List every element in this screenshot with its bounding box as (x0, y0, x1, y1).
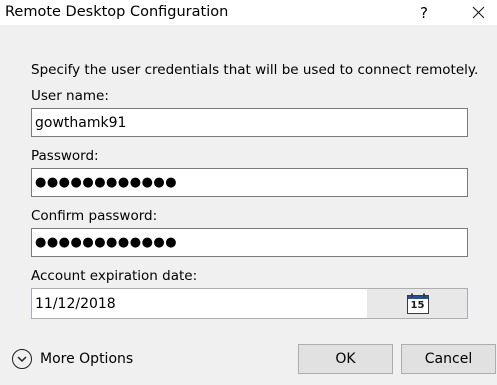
calendar-day-number: 15 (410, 300, 425, 311)
title-bar: Remote Desktop Configuration ? (0, 0, 497, 25)
close-button[interactable] (462, 0, 494, 25)
window-title: Remote Desktop Configuration (5, 4, 229, 20)
expiration-date-picker: 15 (31, 288, 468, 319)
confirm-password-field[interactable] (31, 228, 468, 257)
calendar-icon: 15 (406, 293, 429, 314)
help-button[interactable]: ? (410, 0, 438, 25)
more-options-toggle[interactable]: More Options (12, 347, 133, 371)
chevron-down-icon (12, 349, 32, 369)
expiration-date-field[interactable] (32, 289, 367, 318)
expiration-date-label: Account expiration date: (31, 268, 198, 284)
ok-button[interactable]: OK (298, 344, 393, 374)
calendar-button[interactable]: 15 (368, 289, 467, 318)
close-icon (472, 6, 484, 19)
confirm-password-label: Confirm password: (31, 208, 158, 224)
username-label: User name: (31, 88, 109, 104)
cancel-button[interactable]: Cancel (401, 344, 496, 374)
instruction-text: Specify the user credentials that will b… (31, 62, 479, 78)
username-field[interactable] (31, 108, 468, 137)
more-options-label: More Options (40, 351, 134, 367)
password-field[interactable] (31, 168, 468, 197)
remote-desktop-configuration-dialog: Remote Desktop Configuration ? Specify t… (0, 0, 497, 385)
password-label: Password: (31, 148, 99, 164)
